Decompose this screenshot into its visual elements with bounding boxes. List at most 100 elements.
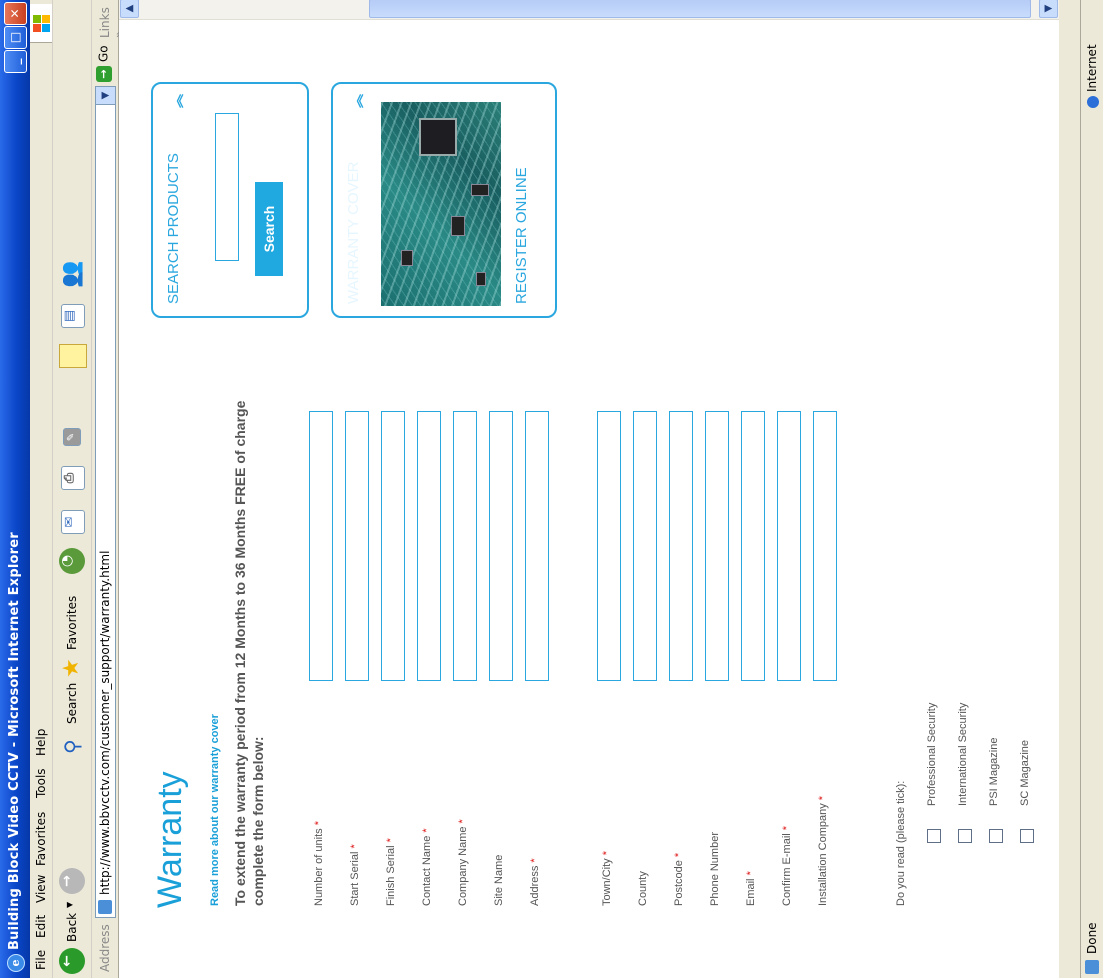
menu-help[interactable]: Help	[34, 729, 48, 756]
warranty-cover-box[interactable]: WARRANTY COVER ︽ REGISTER ONLINE	[331, 82, 557, 318]
browser-window: e Building Block Video CCTV - Microsoft …	[0, 0, 1103, 978]
back-label: Back	[65, 912, 79, 942]
scroll-thumb[interactable]	[369, 0, 1031, 18]
chevron-up-icon[interactable]: ︽	[167, 94, 187, 108]
form-input[interactable]	[669, 411, 693, 681]
chevron-up-icon[interactable]: ︽	[347, 94, 367, 108]
links-label: Links	[98, 7, 112, 38]
status-text: Done	[1085, 922, 1099, 954]
address-url: http://www.bbvcctv.com/customer_support/…	[98, 550, 112, 895]
menu-file[interactable]: File	[34, 950, 48, 970]
field-label: Phone Number	[709, 832, 721, 906]
mail-icon[interactable]: ✉	[61, 510, 85, 534]
windows-flag-icon	[30, 4, 52, 43]
field-label-text: Phone Number	[709, 832, 721, 906]
field-label-text: Postcode	[673, 860, 685, 906]
required-marker: *	[349, 844, 361, 849]
messenger-icon[interactable]: 👥	[59, 261, 84, 288]
form-input[interactable]	[417, 411, 441, 681]
magazine-checkbox[interactable]	[958, 829, 972, 843]
search-toolbar-button[interactable]: ⚲ Search	[57, 678, 87, 754]
form-input[interactable]	[633, 411, 657, 681]
field-label: Contact Name *	[421, 828, 433, 906]
back-dropdown-icon: ▼	[65, 901, 74, 908]
form-input[interactable]	[525, 411, 549, 681]
research-icon[interactable]: ▤	[61, 304, 85, 328]
field-label: Number of units *	[313, 821, 325, 906]
go-button[interactable]: → Go	[96, 45, 112, 82]
field-label: Email *	[745, 871, 757, 906]
scroll-down-icon[interactable]: ▼	[1039, 0, 1058, 18]
edit-icon[interactable]: ✎	[63, 428, 81, 446]
standard-toolbar: ← Back ▼ → ✕ ↻ ⌂ ⚲ Search ★ Favorites ◔ …	[53, 0, 137, 978]
menu-bar: File Edit View Favorites Tools Help	[30, 0, 53, 978]
back-button[interactable]: ← Back ▼	[57, 900, 87, 974]
magazine-checkbox[interactable]	[927, 829, 941, 843]
form-input[interactable]	[777, 411, 801, 681]
menu-edit[interactable]: Edit	[34, 915, 48, 938]
field-label: County	[637, 871, 649, 906]
scroll-up-icon[interactable]: ▲	[120, 0, 139, 18]
required-marker: *	[313, 821, 325, 826]
minimize-button[interactable]: _	[4, 50, 27, 73]
menu-favorites[interactable]: Favorites	[34, 812, 48, 866]
star-icon: ★	[59, 658, 84, 678]
field-label-text: Confirm E-mail	[781, 833, 793, 906]
form-input[interactable]	[309, 411, 333, 681]
intro-text: To extend the warranty period from 12 Mo…	[232, 400, 266, 906]
go-label: Go	[96, 45, 111, 62]
field-label: Postcode *	[673, 853, 685, 906]
magazine-checkbox[interactable]	[989, 829, 1003, 843]
search-products-box: SEARCH PRODUCTS ︽ Search	[151, 82, 309, 318]
field-label-text: Installation Company	[817, 803, 829, 906]
field-label-text: Contact Name	[421, 835, 433, 906]
form-input[interactable]	[705, 411, 729, 681]
read-more-link[interactable]: Read more about our warranty cover	[209, 714, 221, 906]
component-icon	[401, 250, 413, 266]
form-input[interactable]	[489, 411, 513, 681]
note-icon[interactable]	[59, 344, 87, 368]
vertical-scrollbar[interactable]: ▲ ▼	[119, 0, 1059, 20]
print-icon[interactable]: ⎙	[61, 466, 85, 490]
field-label: Address *	[529, 858, 541, 906]
favorites-toolbar-label: Favorites	[65, 595, 79, 650]
form-input[interactable]	[813, 411, 837, 681]
maximize-button[interactable]: □	[4, 26, 27, 49]
field-label-text: Town/City	[601, 858, 613, 906]
field-label-text: Email	[745, 878, 757, 906]
security-zone: Internet	[1085, 44, 1099, 108]
forward-arrow-icon: →	[59, 868, 85, 894]
form-input[interactable]	[597, 411, 621, 681]
address-dropdown-icon[interactable]: ▼	[96, 87, 115, 105]
close-button[interactable]: ✕	[4, 2, 27, 25]
menu-view[interactable]: View	[34, 875, 48, 903]
history-icon[interactable]: ◔	[59, 548, 85, 574]
field-label: Site Name	[493, 855, 505, 906]
search-products-input[interactable]	[215, 113, 239, 261]
page-content: Warranty Read more about our warranty co…	[119, 20, 1059, 978]
forward-button[interactable]: →	[57, 864, 87, 894]
magazine-checkbox[interactable]	[1020, 829, 1034, 843]
component-icon	[451, 216, 465, 236]
page-status-icon	[1085, 960, 1099, 974]
search-products-button[interactable]: Search	[255, 182, 283, 276]
magazine-label: PSI Magazine	[988, 737, 1000, 806]
menu-tools[interactable]: Tools	[34, 768, 48, 798]
register-online-link[interactable]: REGISTER ONLINE	[513, 167, 530, 304]
form-input[interactable]	[453, 411, 477, 681]
component-icon	[476, 272, 486, 286]
form-input[interactable]	[741, 411, 765, 681]
globe-icon	[1086, 96, 1099, 108]
field-label: Company Name *	[457, 819, 469, 906]
required-marker: *	[385, 838, 397, 843]
favorites-toolbar-button[interactable]: ★ Favorites	[57, 586, 87, 678]
search-toolbar-label: Search	[65, 682, 79, 724]
zone-label: Internet	[1085, 44, 1099, 92]
form-input[interactable]	[345, 411, 369, 681]
do-you-read-label: Do you read (please tick):	[895, 780, 907, 906]
form-input[interactable]	[381, 411, 405, 681]
address-input[interactable]: http://www.bbvcctv.com/customer_support/…	[95, 86, 116, 918]
status-bar: Done Internet	[1080, 0, 1103, 978]
required-marker: *	[529, 858, 541, 863]
required-marker: *	[817, 795, 829, 801]
